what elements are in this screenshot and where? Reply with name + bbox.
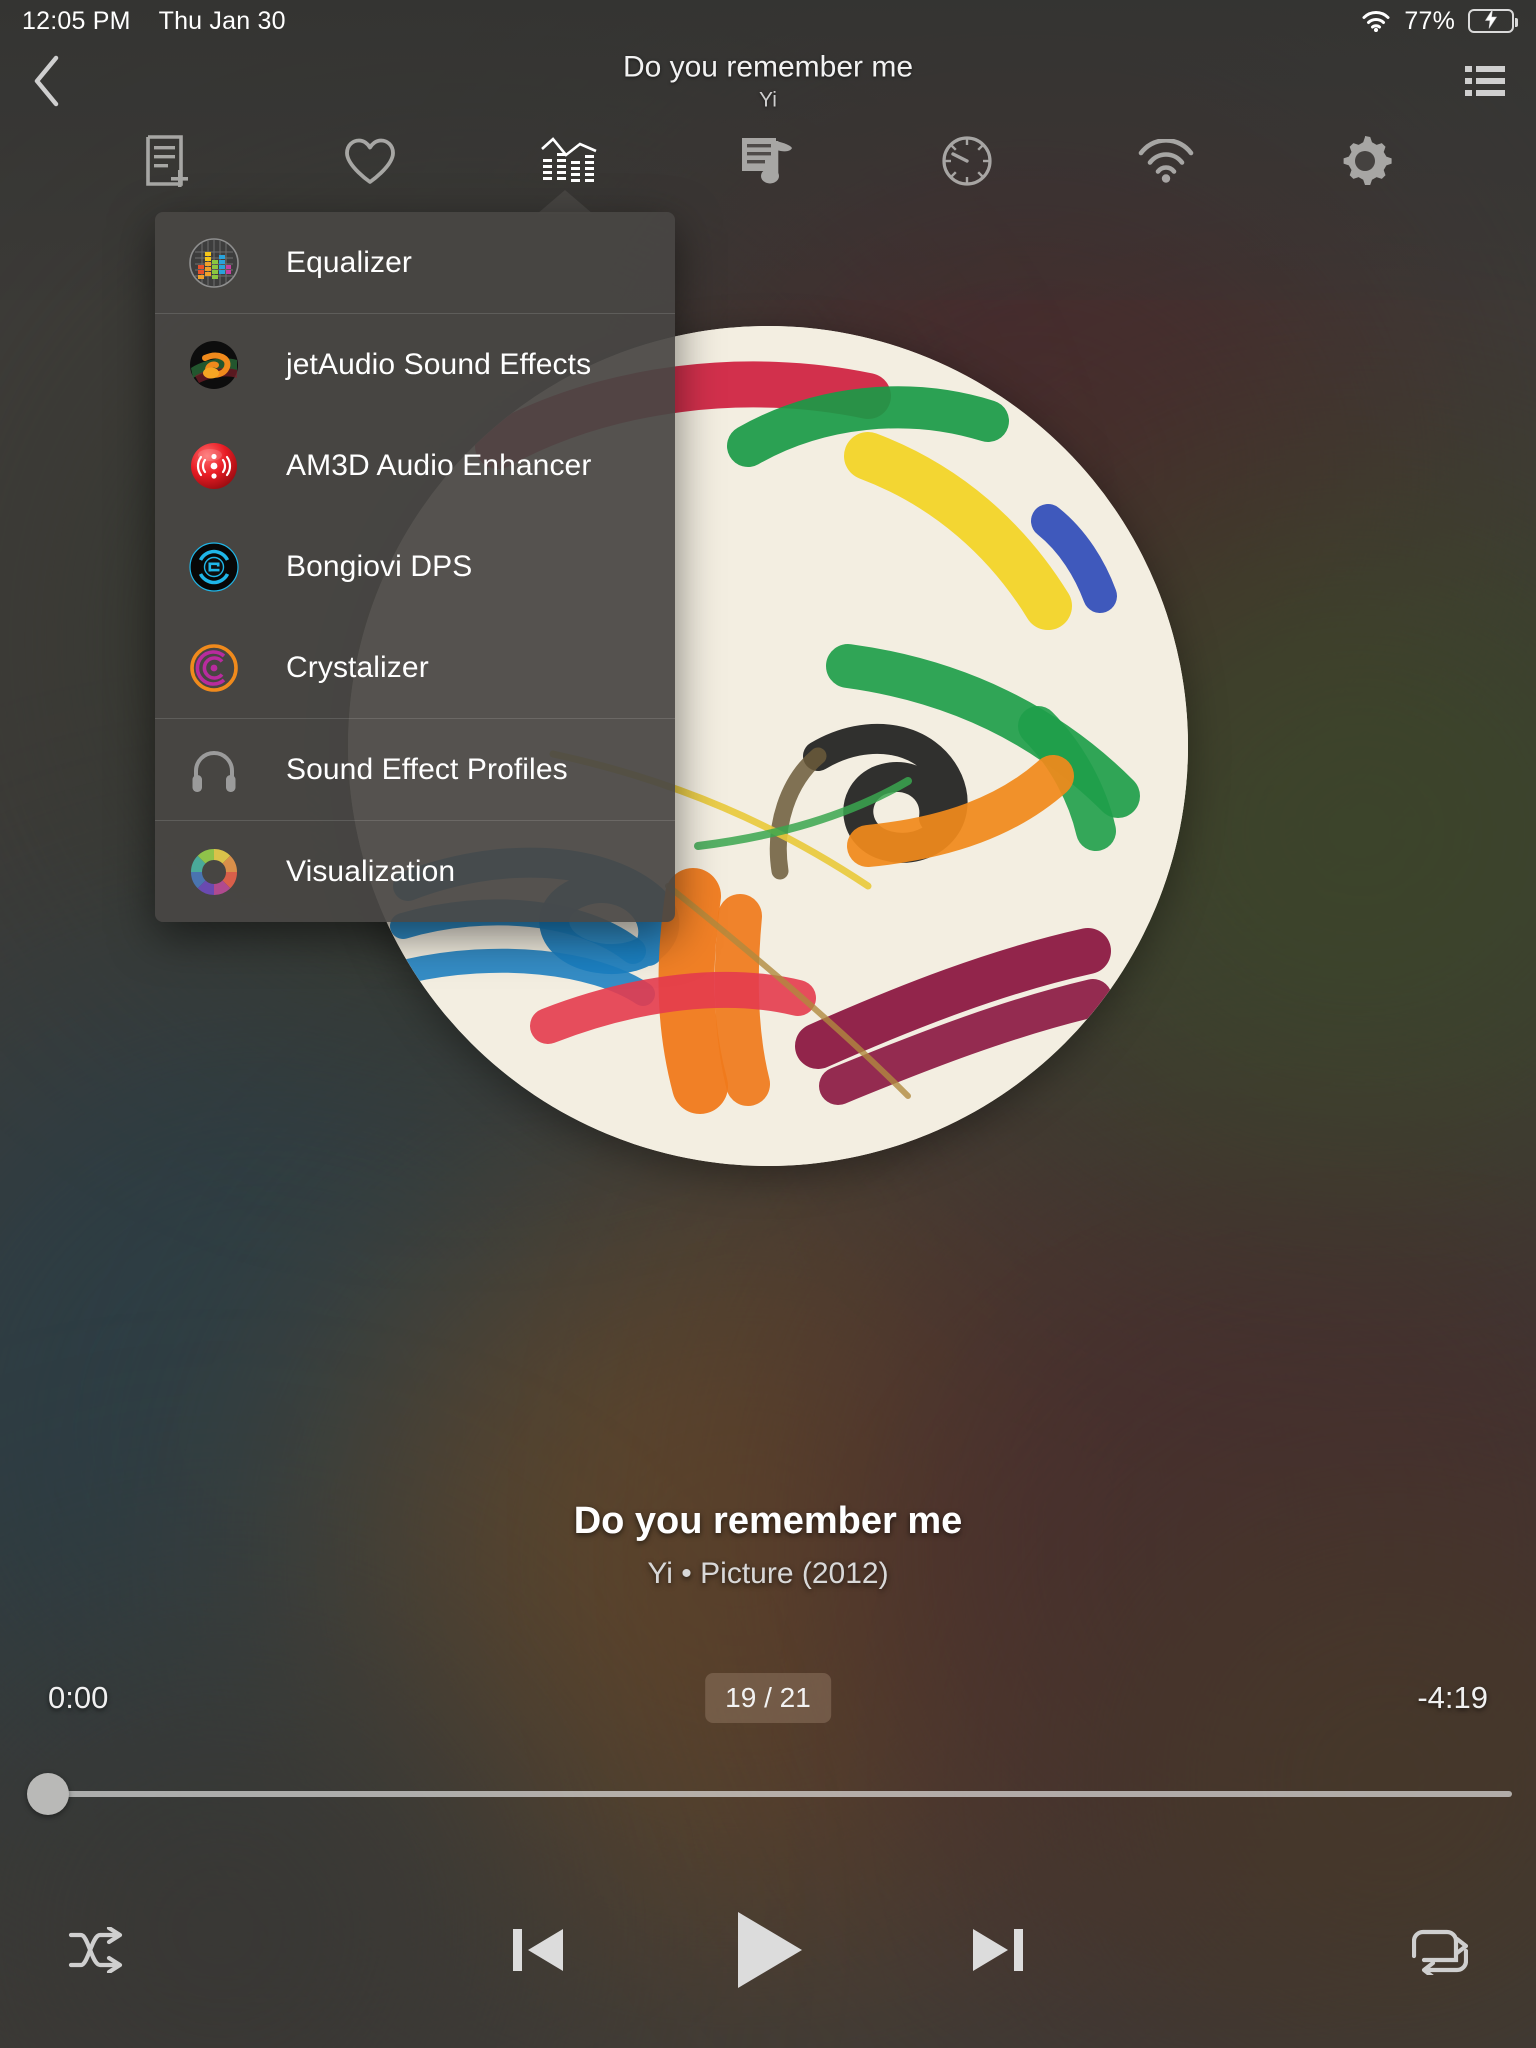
- repeat-button[interactable]: [1394, 1904, 1486, 1996]
- page-subtitle: Yi: [759, 87, 777, 111]
- toolbar-item-sleep-timer[interactable]: [867, 122, 1066, 200]
- menu-item-crystalizer[interactable]: Crystalizer: [155, 617, 675, 718]
- menu-item-jetaudio-sound-effects[interactable]: jetAudio Sound Effects: [155, 314, 675, 415]
- seek-bar[interactable]: [24, 1770, 1512, 1818]
- battery-percent: 77%: [1404, 6, 1455, 35]
- menu-pointer-arrow: [537, 190, 593, 214]
- menu-item-am3d-audio-enhancer[interactable]: AM3D Audio Enhancer: [155, 415, 675, 516]
- elapsed-time: 0:00: [48, 1680, 109, 1715]
- track-title: Do you remember me: [573, 1500, 963, 1542]
- toolbar-item-add-to-playlist[interactable]: [72, 122, 271, 200]
- menu-item-label: AM3D Audio Enhancer: [286, 448, 592, 482]
- menu-item-label: Bongiovi DPS: [286, 549, 473, 583]
- crystalizer-icon: [188, 642, 240, 694]
- toolbar-item-cast[interactable]: [1066, 122, 1265, 200]
- toolbar-item-equalizer[interactable]: [470, 122, 669, 200]
- wifi-icon: [1361, 10, 1391, 33]
- status-time: 12:05 PM: [22, 6, 131, 35]
- status-bar: 12:05 PM Thu Jan 30 77%: [0, 0, 1536, 42]
- menu-item-label: Visualization: [286, 854, 456, 888]
- menu-item-equalizer[interactable]: Equalizer: [155, 212, 675, 313]
- play-button[interactable]: [703, 1885, 833, 2015]
- page-title: Do you remember me: [622, 50, 914, 84]
- previous-button[interactable]: [483, 1895, 593, 2005]
- menu-item-label: Sound Effect Profiles: [286, 752, 568, 786]
- header-title-block: Do you remember me Yi: [418, 50, 1118, 112]
- playlist-queue-icon[interactable]: [1456, 52, 1514, 110]
- sound-effects-menu: Equalizer jetAudio Sound Effects AM3D Au…: [155, 212, 675, 922]
- track-counter-badge[interactable]: 19 / 21: [705, 1673, 831, 1723]
- toolbar-item-favorite[interactable]: [271, 122, 470, 200]
- menu-item-label: jetAudio Sound Effects: [286, 347, 592, 381]
- menu-item-bongiovi-dps[interactable]: Bongiovi DPS: [155, 516, 675, 617]
- equalizer-badge-icon: [188, 237, 240, 289]
- am3d-icon: [188, 440, 240, 492]
- menu-item-label: Crystalizer: [286, 650, 429, 684]
- menu-item-visualization[interactable]: Visualization: [155, 821, 675, 922]
- toolbar-item-settings[interactable]: [1265, 122, 1464, 200]
- menu-item-sound-effect-profiles[interactable]: Sound Effect Profiles: [155, 719, 675, 820]
- seek-track[interactable]: [48, 1791, 1512, 1797]
- headphones-icon: [188, 744, 240, 796]
- seek-thumb[interactable]: [27, 1773, 69, 1815]
- app-header: Do you remember me Yi: [0, 42, 1536, 120]
- remaining-time[interactable]: -4:19: [1417, 1680, 1488, 1716]
- menu-item-label: Equalizer: [286, 245, 412, 279]
- status-date: Thu Jan 30: [158, 6, 286, 35]
- track-artist-album: Yi • Picture (2012): [647, 1557, 889, 1590]
- next-button[interactable]: [943, 1895, 1053, 2005]
- time-row: 0:00 19 / 21 -4:19: [0, 1672, 1536, 1724]
- now-playing-info: Do you remember me Yi • Picture (2012): [0, 1500, 1536, 1591]
- shuffle-button[interactable]: [50, 1904, 142, 1996]
- effects-toolbar: [0, 122, 1536, 200]
- toolbar-item-lyrics[interactable]: [669, 122, 868, 200]
- jetaudio-icon: [188, 339, 240, 391]
- color-wheel-icon: [188, 846, 240, 898]
- bongiovi-icon: [188, 541, 240, 593]
- back-button[interactable]: [16, 50, 78, 112]
- battery-icon: [1468, 9, 1518, 33]
- playback-controls: [0, 1890, 1536, 2010]
